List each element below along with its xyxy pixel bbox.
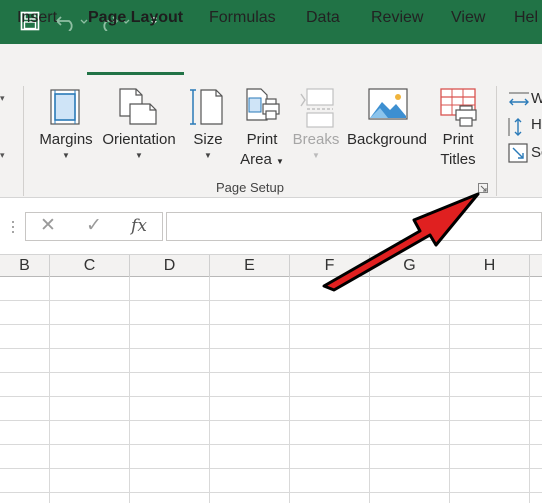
column-header-c[interactable]: C xyxy=(50,255,130,277)
grid-vline xyxy=(209,277,210,503)
column-header-b[interactable]: B xyxy=(0,255,50,277)
background-icon xyxy=(368,88,408,120)
margins-icon xyxy=(50,89,80,125)
cancel-icon[interactable]: ✕ xyxy=(36,215,60,237)
margins-label: Margins xyxy=(39,131,93,148)
breaks-button[interactable]: Breaks ▼ xyxy=(290,130,342,162)
print-titles-button[interactable]: Print Titles xyxy=(434,130,482,170)
width-label[interactable]: W xyxy=(531,90,542,107)
background-button[interactable]: Background xyxy=(344,130,430,150)
undo-icon[interactable] xyxy=(55,10,91,32)
grid-vline xyxy=(49,277,50,503)
width-icon xyxy=(509,92,529,106)
insert-function-icon[interactable]: fx xyxy=(127,215,151,237)
tab-review[interactable]: Review xyxy=(371,9,423,27)
tab-page-layout[interactable]: Page Layout xyxy=(88,9,183,27)
background-label: Background xyxy=(346,131,428,148)
red-arrow-annotation xyxy=(322,192,480,292)
size-button[interactable]: Size ▼ xyxy=(188,130,228,162)
orientation-icon xyxy=(119,88,157,125)
grid-vline xyxy=(369,277,370,503)
name-box[interactable] xyxy=(0,212,10,240)
print-area-label-1: Print xyxy=(246,131,278,148)
orientation-button[interactable]: Orientation ▼ xyxy=(100,130,178,162)
enter-icon[interactable]: ✓ xyxy=(82,215,106,237)
grid-hline xyxy=(0,492,542,493)
ribbon-scroll-caret-icon: ▾ xyxy=(0,93,5,103)
size-label: Size xyxy=(193,131,223,148)
tab-data[interactable]: Data xyxy=(306,9,340,27)
grid-vline xyxy=(529,277,530,503)
scale-icon xyxy=(508,143,528,163)
print-area-button[interactable]: Print Area ▼ xyxy=(238,130,286,172)
size-icon xyxy=(190,89,223,125)
chevron-down-icon: ▼ xyxy=(204,151,212,160)
grid-hline xyxy=(0,300,542,301)
tab-view[interactable]: View xyxy=(451,9,485,27)
grid-hline xyxy=(0,420,542,421)
print-area-icon xyxy=(246,88,280,121)
print-titles-label-2: Titles xyxy=(440,151,476,168)
print-area-label-2: Area ▼ xyxy=(238,150,286,172)
column-header-e[interactable]: E xyxy=(210,255,290,277)
column-header-d[interactable]: D xyxy=(130,255,210,277)
print-titles-icon xyxy=(440,88,477,127)
chevron-down-icon: ▼ xyxy=(275,157,284,166)
print-titles-label-1: Print xyxy=(442,131,474,148)
height-label[interactable]: H xyxy=(531,116,542,133)
scale-label[interactable]: Sc xyxy=(531,144,542,161)
breaks-icon xyxy=(300,88,334,128)
resize-handle-icon[interactable] xyxy=(11,219,15,235)
grid-hline xyxy=(0,348,542,349)
grid-hline xyxy=(0,444,542,445)
print-area-label-2-text: Area xyxy=(240,151,272,168)
grid-hline xyxy=(0,396,542,397)
grid-vline xyxy=(289,277,290,503)
orientation-label: Orientation xyxy=(102,131,176,148)
grid-hline xyxy=(0,468,542,469)
grid-vline xyxy=(449,277,450,503)
chevron-down-icon: ▼ xyxy=(135,151,143,160)
tab-help[interactable]: Hel xyxy=(514,9,538,27)
grid-hline xyxy=(0,372,542,373)
chevron-down-icon: ▼ xyxy=(312,151,320,160)
ribbon-scroll-caret-icon-2: ▾ xyxy=(0,150,5,160)
page-setup-group-label: Page Setup xyxy=(216,180,284,195)
group-separator xyxy=(23,86,24,196)
ribbon-tab-bar xyxy=(0,44,542,82)
height-icon xyxy=(508,118,522,136)
margins-button[interactable]: Margins ▼ xyxy=(35,130,97,162)
breaks-label: Breaks xyxy=(292,131,340,148)
grid-vline xyxy=(129,277,130,503)
chevron-down-icon: ▼ xyxy=(62,151,70,160)
grid-hline xyxy=(0,324,542,325)
tab-formulas[interactable]: Formulas xyxy=(209,9,276,27)
group-separator-2 xyxy=(496,86,497,196)
active-tab-indicator xyxy=(87,72,184,75)
tab-insert[interactable]: Insert xyxy=(17,9,57,27)
